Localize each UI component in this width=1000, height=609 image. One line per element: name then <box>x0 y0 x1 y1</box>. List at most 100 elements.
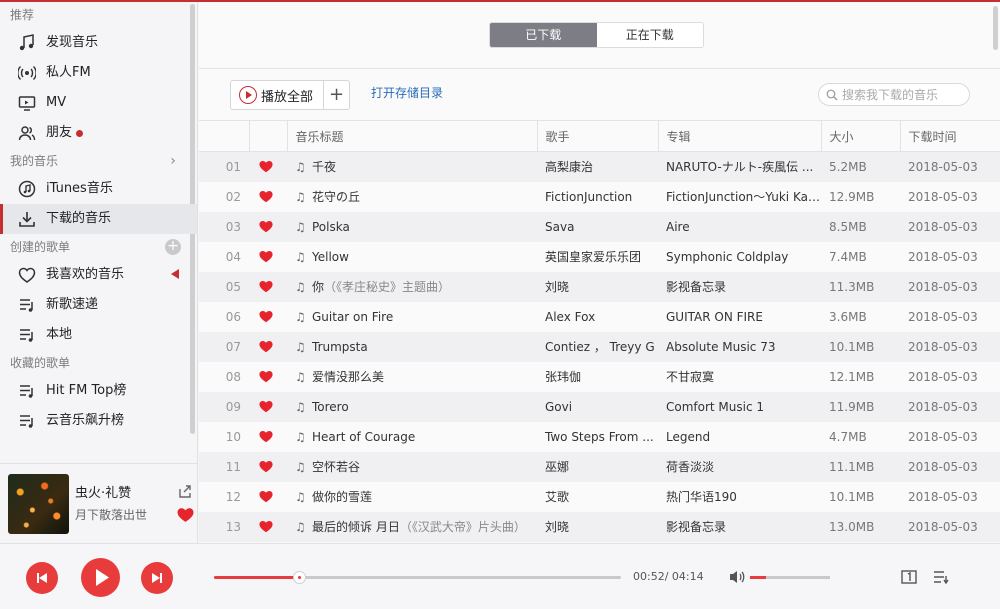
volume-slider[interactable] <box>750 576 830 579</box>
search-box[interactable] <box>818 83 970 106</box>
sidebar-item-0-2[interactable]: MV <box>0 88 197 118</box>
play-all-button[interactable]: 播放全部 <box>230 80 325 110</box>
liked-heart-icon[interactable] <box>259 370 273 383</box>
liked-heart-icon[interactable] <box>259 460 273 473</box>
row-artist[interactable]: 刘晓 <box>537 511 658 542</box>
col-date-header[interactable]: 下载时间 <box>899 120 1000 152</box>
row-like[interactable] <box>249 301 287 332</box>
row-like[interactable] <box>249 241 287 272</box>
table-row[interactable]: 09 ♫ Torero Govi Comfort Music 1 11.9MB 2… <box>199 391 1000 422</box>
row-artist[interactable]: 英国皇家爱乐乐团 <box>537 241 658 272</box>
row-title[interactable]: ♫ Trumpsta <box>287 331 537 362</box>
album-cover[interactable] <box>8 474 69 534</box>
table-row[interactable]: 12 ♫ 做你的雪莲 艾歌 热门华语190 10.1MB 2018-05-03 <box>199 481 1000 512</box>
row-artist[interactable]: FictionJunction <box>537 181 658 212</box>
volume-icon[interactable] <box>728 569 746 585</box>
previous-button[interactable] <box>26 562 58 594</box>
add-to-playlist-button[interactable]: + <box>324 80 351 110</box>
row-artist[interactable]: Sava <box>537 211 658 242</box>
row-artist[interactable]: Alex Fox <box>537 301 658 332</box>
row-like[interactable] <box>249 211 287 242</box>
liked-heart-icon[interactable] <box>259 280 273 293</box>
row-album[interactable]: GUITAR ON FIRE <box>658 301 821 332</box>
col-title-header[interactable]: 音乐标题 <box>286 120 537 152</box>
sidebar-item-1-1[interactable]: 下载的音乐 <box>0 204 197 234</box>
row-artist[interactable]: Two Steps From ... <box>537 421 658 452</box>
progress-knob[interactable] <box>293 571 306 584</box>
liked-heart-icon[interactable] <box>259 430 273 443</box>
next-button[interactable] <box>141 562 173 594</box>
row-like[interactable] <box>249 181 287 212</box>
tab-downloaded[interactable]: 已下载 <box>490 23 597 47</box>
row-title[interactable]: ♫ 你（《孝庄秘史》主题曲） <box>287 271 537 302</box>
row-artist[interactable]: 张玮伽 <box>537 361 658 392</box>
col-album-header[interactable]: 专辑 <box>657 120 821 152</box>
row-artist[interactable]: 高梨康治 <box>537 151 658 182</box>
row-album[interactable]: 热门华语190 <box>658 481 821 512</box>
row-album[interactable]: Comfort Music 1 <box>658 391 821 422</box>
row-album[interactable]: NARUTO-ナルト-疾風伝 ... <box>658 151 821 182</box>
sidebar-item-3-0[interactable]: Hit FM Top榜 <box>0 376 197 406</box>
liked-heart-icon[interactable] <box>259 490 273 503</box>
row-artist[interactable]: 艾歌 <box>537 481 658 512</box>
create-playlist-plus-icon[interactable]: + <box>165 239 181 255</box>
row-album[interactable]: 影视备忘录 <box>658 271 821 302</box>
row-like[interactable] <box>249 511 287 542</box>
share-icon[interactable] <box>177 483 193 499</box>
sidebar-item-0-3[interactable]: 朋友 <box>0 118 197 148</box>
table-row[interactable]: 04 ♫ Yellow 英国皇家爱乐乐团 Symphonic Coldplay 7… <box>199 241 1000 272</box>
row-like[interactable] <box>249 451 287 482</box>
sidebar-item-2-1[interactable]: 新歌速递 <box>0 290 197 320</box>
loop-mode-icon[interactable] <box>900 568 918 586</box>
row-artist[interactable]: 刘晓 <box>537 271 658 302</box>
table-row[interactable]: 08 ♫ 爱情没那么美 张玮伽 不甘寂寞 12.1MB 2018-05-03 <box>199 361 1000 392</box>
table-row[interactable]: 05 ♫ 你（《孝庄秘史》主题曲） 刘晓 影视备忘录 11.3MB 2018-05… <box>199 271 1000 302</box>
sidebar-item-3-1[interactable]: 云音乐飙升榜 <box>0 406 197 436</box>
row-title[interactable]: ♫ Guitar on Fire <box>287 301 537 332</box>
liked-heart-icon[interactable] <box>259 520 273 533</box>
row-like[interactable] <box>249 391 287 422</box>
col-size-header[interactable]: 大小 <box>820 120 900 152</box>
row-album[interactable]: FictionJunction～Yuki Kaj... <box>658 181 821 212</box>
table-row[interactable]: 10 ♫ Heart of Courage Two Steps From ... … <box>199 421 1000 452</box>
row-title[interactable]: ♫ Torero <box>287 391 537 422</box>
row-title[interactable]: ♫ 做你的雪莲 <box>287 481 537 512</box>
search-input[interactable] <box>842 87 962 102</box>
row-like[interactable] <box>249 271 287 302</box>
row-album[interactable]: Aire <box>658 211 821 242</box>
sidebar-item-2-0[interactable]: 我喜欢的音乐 <box>0 260 197 290</box>
open-storage-dir-link[interactable]: 打开存储目录 <box>371 84 443 101</box>
table-row[interactable]: 01 ♫ 千夜 高梨康治 NARUTO-ナルト-疾風伝 ... 5.2MB 201… <box>199 151 1000 182</box>
playlist-toggle-icon[interactable] <box>932 568 950 586</box>
row-title[interactable]: ♫ Yellow <box>287 241 537 272</box>
row-like[interactable] <box>249 151 287 182</box>
liked-heart-icon[interactable] <box>177 507 194 523</box>
row-title[interactable]: ♫ 千夜 <box>287 151 537 182</box>
now-playing-artist[interactable]: 月下散落出世 <box>75 506 147 523</box>
row-album[interactable]: 影视备忘录 <box>658 511 821 542</box>
sidebar-item-0-1[interactable]: 私人FM <box>0 58 197 88</box>
row-album[interactable]: Symphonic Coldplay <box>658 241 821 272</box>
table-row[interactable]: 02 ♫ 花守の丘 FictionJunction FictionJunction… <box>199 181 1000 212</box>
table-row[interactable]: 03 ♫ Polska Sava Aire 8.5MB 2018-05-03 <box>199 211 1000 242</box>
row-title[interactable]: ♫ 最后的倾诉 月日（《汉武大帝》片头曲） <box>287 511 537 542</box>
row-like[interactable] <box>249 331 287 362</box>
table-row[interactable]: 13 ♫ 最后的倾诉 月日（《汉武大帝》片头曲） 刘晓 影视备忘录 13.0MB … <box>199 511 1000 542</box>
row-like[interactable] <box>249 481 287 512</box>
liked-heart-icon[interactable] <box>259 310 273 323</box>
table-row[interactable]: 06 ♫ Guitar on Fire Alex Fox GUITAR ON FI… <box>199 301 1000 332</box>
main-scrollbar[interactable] <box>993 6 998 50</box>
row-artist[interactable]: Govi <box>537 391 658 422</box>
liked-heart-icon[interactable] <box>259 340 273 353</box>
row-title[interactable]: ♫ Polska <box>287 211 537 242</box>
now-playing-panel[interactable]: 虫火·礼赞 月下散落出世 <box>0 463 198 543</box>
expand-my-music-chevron-icon[interactable]: › <box>165 153 181 169</box>
row-album[interactable]: Absolute Music 73 <box>658 331 821 362</box>
col-artist-header[interactable]: 歌手 <box>536 120 658 152</box>
progress-bar[interactable] <box>214 571 621 584</box>
liked-heart-icon[interactable] <box>259 220 273 233</box>
liked-heart-icon[interactable] <box>259 250 273 263</box>
row-album[interactable]: Legend <box>658 421 821 452</box>
sidebar-item-2-2[interactable]: 本地 <box>0 320 197 350</box>
table-row[interactable]: 11 ♫ 空怀若谷 巫娜 荷香淡淡 11.1MB 2018-05-03 <box>199 451 1000 482</box>
